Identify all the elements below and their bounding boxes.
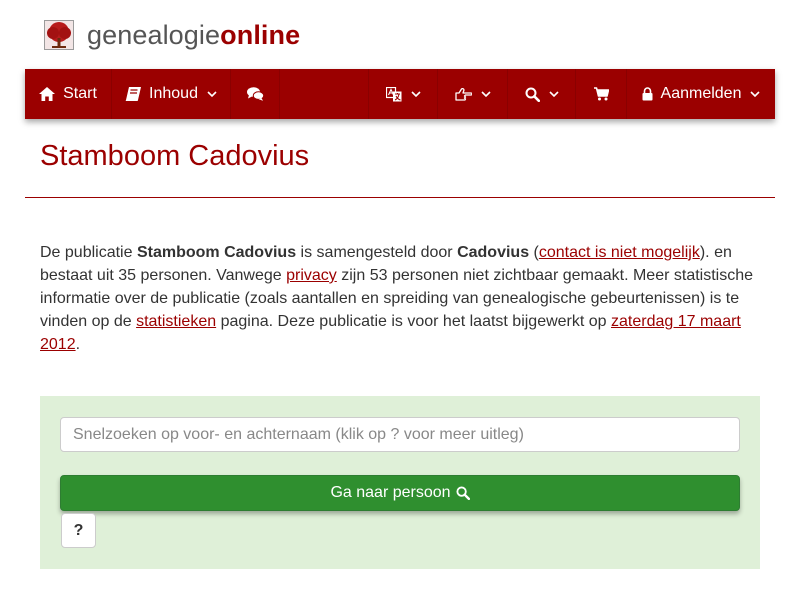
nav-forum[interactable] <box>231 69 279 119</box>
title-divider <box>25 197 775 198</box>
lock-icon <box>642 87 653 101</box>
go-to-person-label: Ga naar persoon <box>330 484 451 501</box>
intro-text: ( <box>529 244 539 261</box>
search-icon <box>455 486 470 500</box>
go-to-person-button[interactable]: Ga naar persoon <box>60 475 740 511</box>
nav-start-label: Start <box>63 85 97 102</box>
tree-logo-icon <box>44 20 74 50</box>
chevron-down-icon <box>750 90 761 97</box>
chevron-down-icon <box>207 90 217 97</box>
search-help-button[interactable]: ? <box>61 513 96 548</box>
statistics-link[interactable]: statistieken <box>136 313 216 330</box>
quick-search-panel: Ga naar persoon ? <box>40 396 760 569</box>
nav-language[interactable] <box>369 69 437 119</box>
home-icon <box>39 87 56 101</box>
nav-start[interactable]: Start <box>25 69 111 119</box>
intro-text: De publicatie <box>40 244 137 261</box>
nav-login-label: Aanmelden <box>660 85 742 102</box>
intro-text: . <box>75 336 81 353</box>
nav-inhoud[interactable]: Inhoud <box>112 69 230 119</box>
search-icon <box>525 87 540 102</box>
hand-pointer-icon <box>454 87 472 101</box>
book-icon <box>125 87 142 101</box>
publication-name: Stamboom Cadovius <box>136 244 297 261</box>
cart-icon <box>593 87 609 101</box>
privacy-link[interactable]: privacy <box>286 267 337 284</box>
nav-search[interactable] <box>508 69 575 119</box>
main-navbar: Start Inhoud Aanmelden <box>25 69 775 119</box>
language-icon <box>385 86 401 101</box>
page-title: Stamboom Cadovius <box>40 140 310 172</box>
nav-inhoud-label: Inhoud <box>149 85 198 102</box>
chevron-down-icon <box>548 90 559 97</box>
intro-text: pagina. Deze publicatie is voor het laat… <box>216 313 612 330</box>
comments-icon <box>246 87 264 101</box>
nav-cart[interactable] <box>576 69 626 119</box>
logo-text-genealogie: genealogie <box>87 19 221 50</box>
chevron-down-icon <box>480 90 491 97</box>
site-logo[interactable]: genealogieonline <box>44 17 300 53</box>
publication-intro: De publicatie Stamboom Cadovius is samen… <box>40 241 765 356</box>
chevron-down-icon <box>410 90 421 97</box>
logo-text-online: online <box>220 19 301 50</box>
logo-text: genealogieonline <box>87 20 300 51</box>
nav-share[interactable] <box>438 69 507 119</box>
contact-link[interactable]: contact is niet mogelijk <box>539 244 700 261</box>
quick-search-input[interactable] <box>60 417 740 452</box>
author-name: Cadovius <box>457 244 530 261</box>
nav-login[interactable]: Aanmelden <box>627 69 775 119</box>
nav-divider <box>279 69 280 119</box>
intro-text: is samengesteld door <box>296 244 458 261</box>
